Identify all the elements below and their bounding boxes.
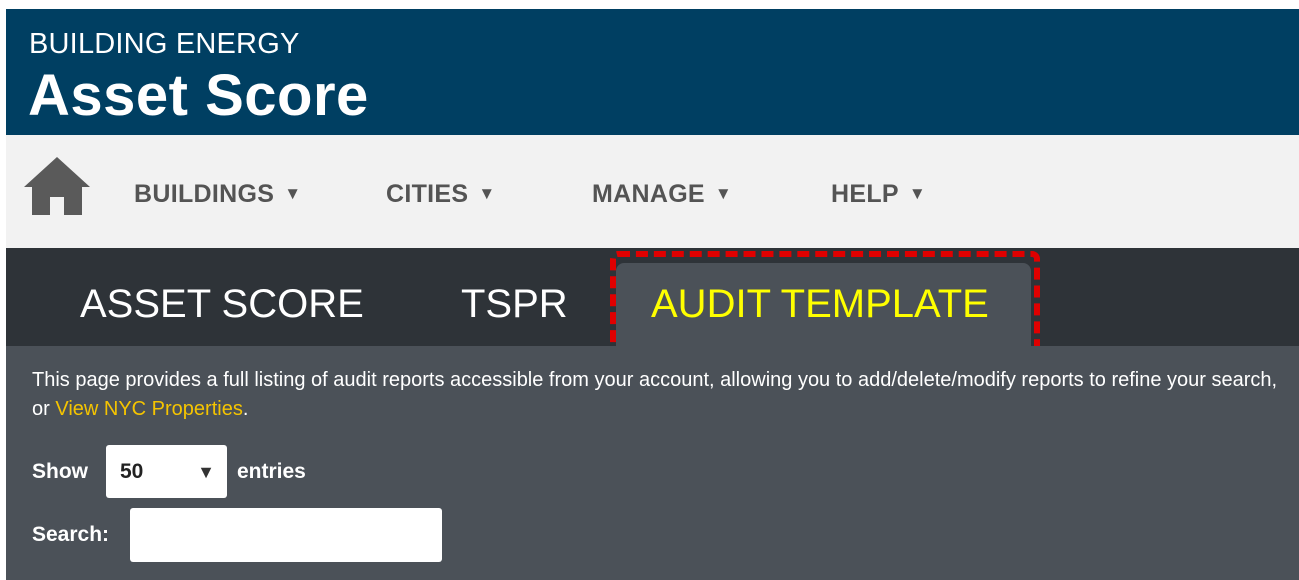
show-label: Show [32,460,88,483]
chevron-down-icon: ▼ [478,184,496,203]
entries-select[interactable]: 50 ▼ [106,445,227,498]
nav-buildings-label: BUILDINGS [134,180,275,208]
nav-help-label: HELP [831,180,899,208]
tab-audit-template[interactable]: AUDIT TEMPLATE [651,281,989,327]
entries-label: entries [237,460,306,483]
header-title[interactable]: Asset Score [28,64,369,128]
chevron-down-icon: ▼ [284,184,302,203]
nav-help[interactable]: HELP ▼ [831,179,926,209]
nav-manage-label: MANAGE [592,180,705,208]
chevron-down-icon: ▼ [908,184,927,203]
main-content: This page provides a full listing of aud… [6,346,1299,580]
nav-manage[interactable]: MANAGE ▼ [592,179,732,209]
main-nav: BUILDINGS ▼ CITIES ▼ MANAGE ▼ HELP ▼ [6,135,1299,248]
search-input[interactable] [130,508,442,562]
entries-select-value: 50 [120,460,144,483]
tab-tspr[interactable]: TSPR [461,281,568,327]
nav-cities[interactable]: CITIES ▼ [386,179,496,209]
header-subtitle: BUILDING ENERGY [29,28,300,60]
sub-nav: ASSET SCORE TSPR AUDIT TEMPLATE [6,248,1299,367]
site-header: BUILDING ENERGY Asset Score [6,9,1299,135]
home-icon[interactable] [24,157,90,215]
nav-buildings[interactable]: BUILDINGS ▼ [134,179,301,209]
chevron-down-icon: ▼ [197,462,215,482]
view-nyc-properties-link[interactable]: View NYC Properties [55,398,242,420]
app-frame: BUILDING ENERGY Asset Score BUILDINGS ▼ C… [6,9,1299,580]
nav-cities-label: CITIES [386,180,469,208]
tab-asset-score[interactable]: ASSET SCORE [80,281,364,327]
intro-end: . [242,398,249,420]
intro-paragraph: This page provides a full listing of aud… [32,366,1282,424]
chevron-down-icon: ▼ [714,184,733,203]
search-label: Search: [32,523,110,546]
